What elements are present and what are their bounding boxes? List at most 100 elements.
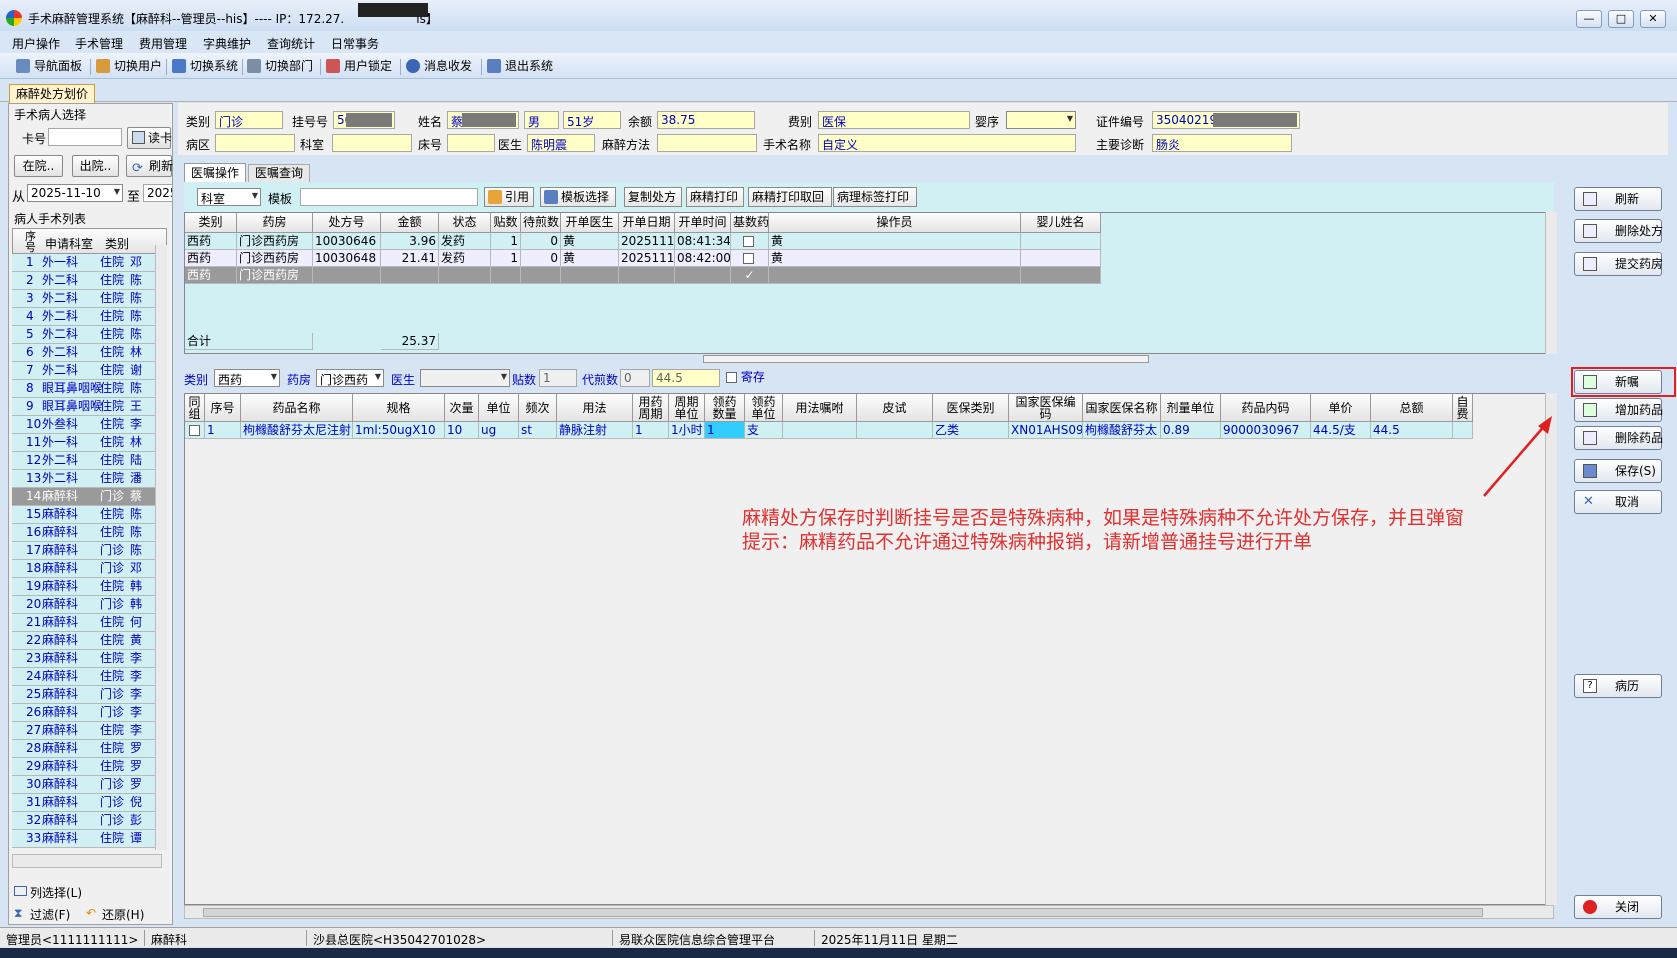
table-cell[interactable]: 门诊西药房	[237, 267, 313, 284]
column-header[interactable]: 同组	[185, 394, 205, 422]
table-cell[interactable]	[561, 267, 619, 284]
delete-prescription-button[interactable]: 删除处方	[1574, 219, 1663, 243]
table-cell[interactable]: 1	[633, 422, 669, 439]
column-header[interactable]: 用药周期	[633, 394, 669, 422]
table-row[interactable]: 20 麻醉科 门诊韩	[12, 596, 167, 614]
table-cell[interactable]: 门诊西药房	[237, 233, 313, 250]
message-button[interactable]: 消息收发	[404, 57, 472, 76]
table-cell[interactable]: 0	[521, 233, 561, 250]
menu-fee[interactable]: 费用管理	[139, 35, 187, 52]
medical-record-button[interactable]: ? 病历	[1574, 674, 1662, 698]
table-cell[interactable]: 1ml:50ugX10	[353, 422, 445, 439]
table-cell[interactable]	[769, 267, 1021, 284]
table-cell[interactable]: 44.5	[1371, 422, 1453, 439]
left-vertical-scrollbar[interactable]	[155, 245, 167, 850]
table-cell[interactable]: 0.89	[1161, 422, 1221, 439]
name-field[interactable]: 蔡	[447, 111, 519, 129]
table-row[interactable]: 16 麻醉科 住院陈	[12, 524, 167, 542]
reference-button[interactable]: 引用	[484, 187, 534, 207]
fee-type-field[interactable]: 医保	[818, 111, 970, 129]
prescription-grid-scrollbar[interactable]	[1545, 212, 1557, 354]
base-drug-checkbox[interactable]	[743, 236, 754, 247]
table-cell[interactable]: 支	[745, 422, 783, 439]
table-row[interactable]: 15 麻醉科 住院陈	[12, 506, 167, 524]
table-row[interactable]: 32 麻醉科 门诊彭	[12, 812, 167, 830]
table-cell[interactable]: 1	[491, 233, 521, 250]
menu-daily[interactable]: 日常事务	[331, 35, 379, 52]
ward-field[interactable]	[215, 134, 295, 152]
splitter-handle[interactable]	[703, 355, 1149, 363]
table-cell[interactable]: 黄	[561, 233, 619, 250]
table-cell[interactable]: 1	[491, 250, 521, 267]
to-date-picker[interactable]: 2025	[143, 184, 173, 202]
tab-order-query[interactable]: 医嘱查询	[248, 164, 310, 182]
table-row[interactable]: 1 外一科 住院邓	[12, 254, 167, 272]
table-cell[interactable]: XN01AHS091B	[1009, 422, 1083, 439]
table-cell[interactable]: st	[519, 422, 557, 439]
table-row[interactable]: 31 麻醉科 门诊倪	[12, 794, 167, 812]
close-window-button[interactable]: ✕	[1640, 10, 1666, 28]
table-cell[interactable]	[521, 267, 561, 284]
table-cell[interactable]: 08:41:34	[675, 233, 731, 250]
pathology-label-print-button[interactable]: 病理标签打印	[833, 187, 917, 207]
cancel-button[interactable]: ✕ 取消	[1574, 490, 1662, 514]
table-cell[interactable]: 9000030967	[1221, 422, 1311, 439]
narcotic-print-button[interactable]: 麻精打印	[686, 187, 744, 207]
exit-system-button[interactable]: 退出系统	[485, 57, 553, 76]
table-cell[interactable]: 发药	[439, 250, 491, 267]
surgery-name-field[interactable]: 自定义	[818, 134, 1076, 152]
deposit-checkbox[interactable]: 寄存	[726, 368, 765, 385]
table-cell[interactable]: 3.96	[381, 233, 439, 250]
delete-drug-button[interactable]: 删除药品	[1574, 426, 1663, 450]
table-row[interactable]: 30 麻醉科 门诊罗	[12, 776, 167, 794]
bed-field[interactable]	[447, 134, 495, 152]
table-row[interactable]: 9 眼耳鼻咽喉 住院王	[12, 398, 167, 416]
table-cell[interactable]: 西药	[185, 233, 237, 250]
menu-dictionary[interactable]: 字典维护	[203, 35, 251, 52]
table-cell[interactable]: 10	[445, 422, 479, 439]
table-row[interactable]: 24 麻醉科 住院李	[12, 668, 167, 686]
table-cell[interactable]	[857, 422, 933, 439]
table-row[interactable]: 33 麻醉科 住院谭	[12, 830, 167, 848]
column-header[interactable]: 单价	[1311, 394, 1371, 422]
column-header[interactable]: 单位	[479, 394, 519, 422]
column-header[interactable]: 操作员	[769, 213, 1021, 233]
table-cell[interactable]	[439, 267, 491, 284]
table-cell[interactable]: 黄	[769, 233, 1021, 250]
table-row[interactable]: 4 外二科 住院陈	[12, 308, 167, 326]
column-header[interactable]: 皮试	[857, 394, 933, 422]
dept-field[interactable]	[332, 134, 412, 152]
column-header[interactable]: 国家医保编码	[1009, 394, 1083, 422]
table-cell[interactable]	[619, 267, 675, 284]
drug-grid-horizontal-scrollbar[interactable]	[184, 905, 1554, 919]
add-drug-button[interactable]: 增加药品	[1574, 398, 1663, 422]
column-header[interactable]: 周期单位	[669, 394, 705, 422]
column-header[interactable]: 用法	[557, 394, 633, 422]
table-cell[interactable]	[1021, 267, 1101, 284]
from-date-picker[interactable]: 2025-11-10	[27, 184, 123, 202]
column-header[interactable]: 开单日期	[619, 213, 675, 233]
column-header[interactable]: 序号	[205, 394, 241, 422]
table-row[interactable]: 6 外二科 住院林	[12, 344, 167, 362]
balance-field[interactable]: 38.75	[657, 111, 755, 129]
submit-pharmacy-button[interactable]: 提交药房	[1574, 252, 1663, 276]
table-cell[interactable]: 乙类	[933, 422, 1009, 439]
column-header[interactable]: 国家医保名称	[1083, 394, 1161, 422]
table-cell[interactable]: 20251110	[619, 233, 675, 250]
column-header[interactable]: 开单医生	[561, 213, 619, 233]
menu-user-ops[interactable]: 用户操作	[12, 35, 60, 52]
column-header[interactable]: 剂量单位	[1161, 394, 1221, 422]
column-header[interactable]: 自费	[1453, 394, 1473, 422]
refresh-button[interactable]: 刷新	[1574, 187, 1662, 211]
column-header[interactable]: 总额	[1371, 394, 1453, 422]
column-header[interactable]: 待煎数	[521, 213, 561, 233]
column-header[interactable]: 药房	[237, 213, 313, 233]
column-header[interactable]: 规格	[353, 394, 445, 422]
column-header[interactable]: 药品名称	[241, 394, 353, 422]
same-group-checkbox[interactable]	[189, 425, 200, 436]
table-row[interactable]: 22 麻醉科 住院黄	[12, 632, 167, 650]
table-cell[interactable]: 发药	[439, 233, 491, 250]
table-cell[interactable]: 1	[205, 422, 241, 439]
table-cell[interactable]: 10030648	[313, 250, 381, 267]
table-cell[interactable]: 静脉注射	[557, 422, 633, 439]
